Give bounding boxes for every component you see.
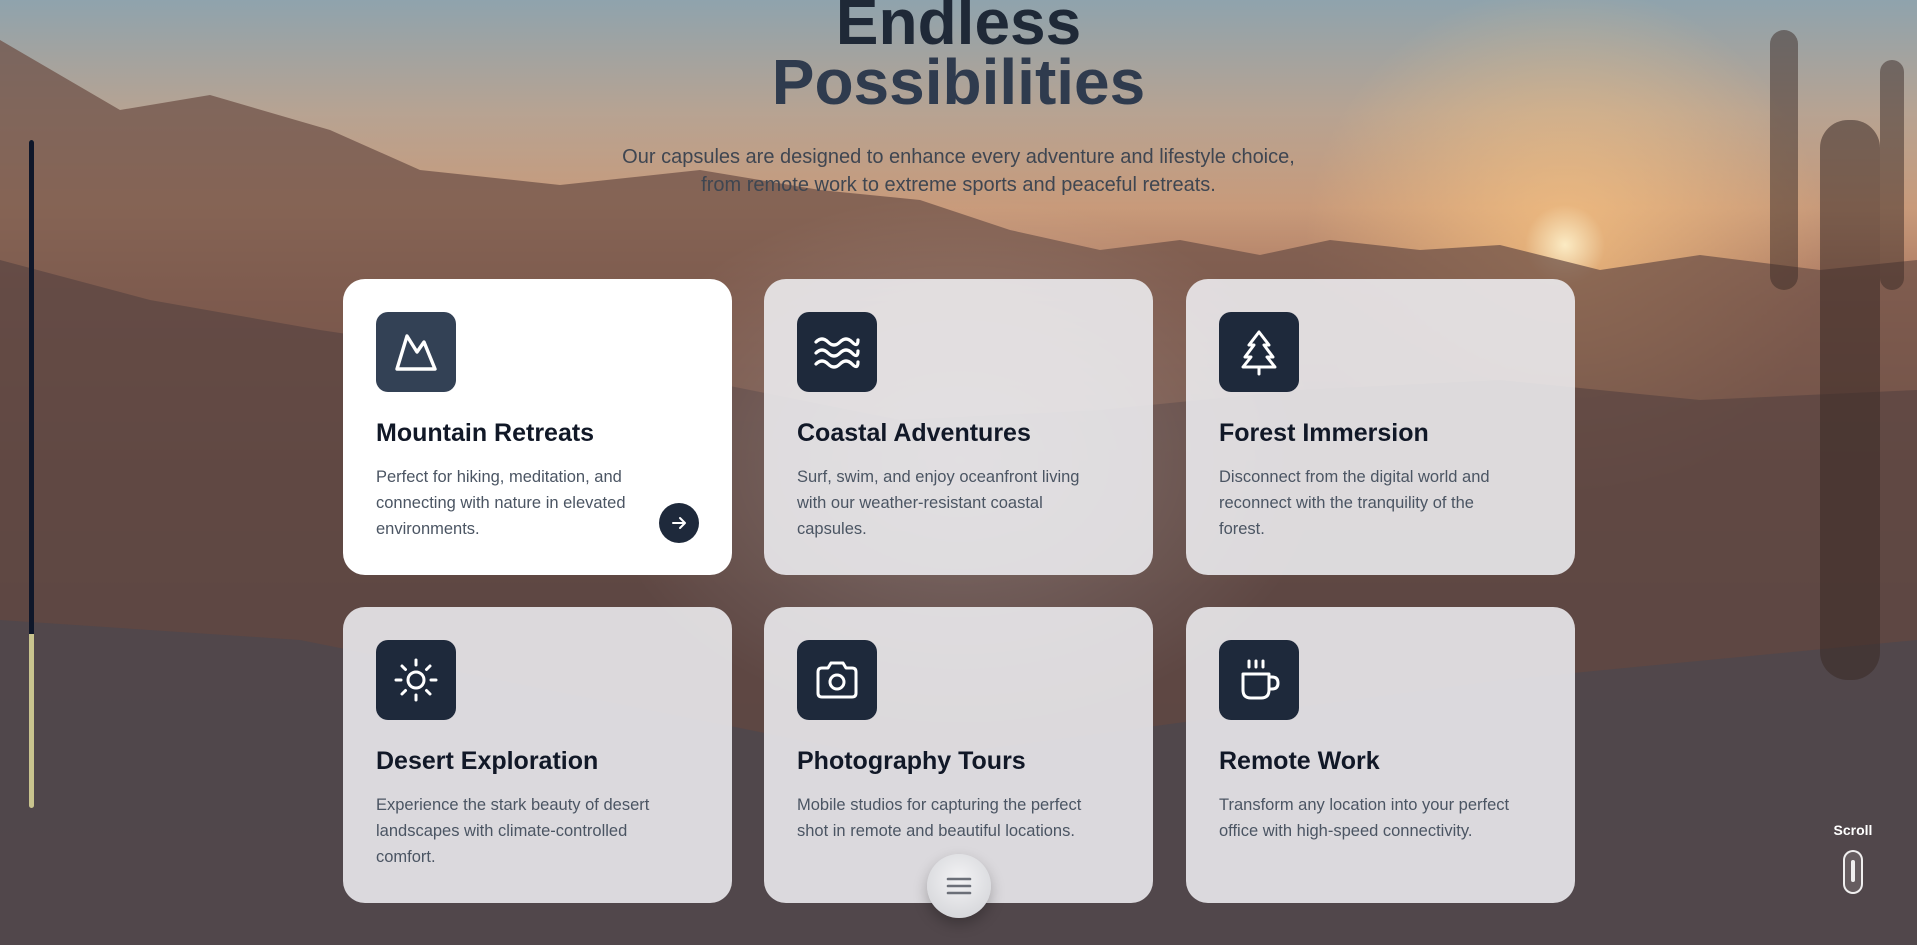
mouse-wheel [1851,860,1855,882]
card-icon-box [797,640,877,720]
card-title: Mountain Retreats [376,419,595,447]
card-title: Photography Tours [797,747,1026,775]
card-icon-box [376,312,456,392]
card-remote-work[interactable]: Remote Work Transform any location into … [1186,607,1575,903]
arrow-right-icon [672,517,686,529]
scroll-progress-bar [29,140,34,808]
title-line-2: Possibilities [771,46,1146,118]
menu-button[interactable] [927,854,991,918]
waves-icon [814,337,860,369]
card-description: Transform any location into your perfect… [1219,796,1510,840]
mountain-icon [395,334,437,371]
card-title: Desert Exploration [376,747,599,775]
scroll-progress-fill [29,140,34,635]
coffee-icon [1241,659,1280,700]
card-title: Coastal Adventures [797,419,1031,447]
card-description: Experience the stark beauty of desert la… [376,796,650,866]
card-icon-box [1219,640,1299,720]
card-coastal-adventures[interactable]: Coastal Adventures Surf, swim, and enjoy… [764,279,1153,575]
hamburger-menu-icon [946,877,972,895]
card-mountain-retreats[interactable]: Mountain Retreats Perfect for hiking, me… [343,279,732,575]
card-description: Mobile studios for capturing the perfect… [797,796,1082,840]
card-description: Surf, swim, and enjoy oceanfront living … [797,468,1080,538]
card-icon-box [797,312,877,392]
title-line-1: Endless [835,0,1082,58]
camera-icon [816,661,858,699]
scroll-label: Scroll [1833,822,1873,838]
mouse-icon [1843,850,1863,894]
card-icon-box [376,640,456,720]
card-description: Perfect for hiking, meditation, and conn… [376,468,626,538]
tree-icon [1241,330,1277,376]
card-icon-box [1219,312,1299,392]
page-subtitle: Our capsules are designed to enhance eve… [0,143,1917,199]
sun-icon [394,658,438,702]
card-arrow-button[interactable] [659,503,699,543]
subtitle-line-1: Our capsules are designed to enhance eve… [622,146,1295,168]
card-forest-immersion[interactable]: Forest Immersion Disconnect from the dig… [1186,279,1575,575]
scroll-indicator[interactable]: Scroll [1828,822,1878,894]
subtitle-line-2: from remote work to extreme sports and p… [701,174,1216,196]
page-title: Endless Possibilities [0,0,1917,118]
card-desert-exploration[interactable]: Desert Exploration Experience the stark … [343,607,732,903]
card-title: Forest Immersion [1219,419,1429,447]
card-description: Disconnect from the digital world and re… [1219,468,1490,538]
card-title: Remote Work [1219,747,1380,775]
